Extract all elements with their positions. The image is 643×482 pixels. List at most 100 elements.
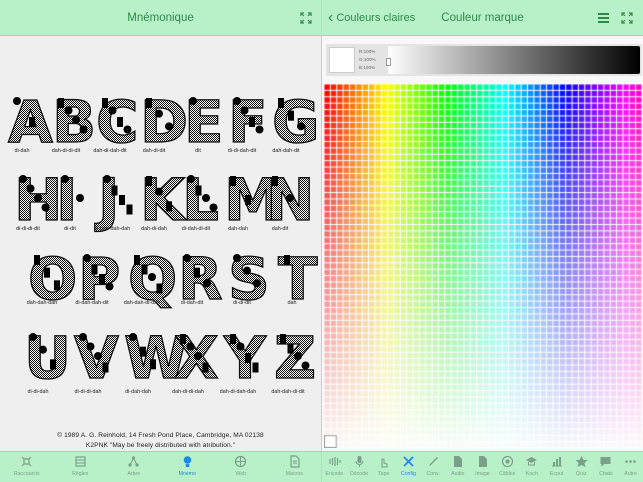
- morse-mark-b-1: [64, 106, 73, 115]
- globe-icon: [235, 455, 247, 468]
- morse-mark-f-3: [255, 125, 264, 134]
- morse-mark-u-1: [39, 345, 47, 354]
- morse-mark-v-2: [94, 352, 102, 360]
- tab-label: Chats: [599, 471, 613, 477]
- mnemonic-chart: ABCDEFGHIJKLMNOPQRSTUVWXYZ: [7, 87, 320, 392]
- tab-label: Autre: [624, 471, 637, 477]
- right-tab-autre[interactable]: Autre: [618, 452, 643, 482]
- morse-mark-k-0: [146, 176, 152, 186]
- morse-mark-p-1: [91, 264, 98, 275]
- mnemonic-letter-l: L: [182, 166, 219, 234]
- graduation-cap-icon: [526, 457, 538, 466]
- right-tab-image[interactable]: Image: [470, 452, 495, 482]
- image-file-icon: [478, 456, 487, 467]
- morse-mark-q-0: [134, 255, 140, 265]
- morse-mark-a-0: [13, 97, 21, 105]
- tab-label: Tape: [378, 471, 390, 477]
- tab-label: Règles: [72, 471, 89, 477]
- right-tab-ecout[interactable]: Ecout: [544, 452, 569, 482]
- morse-mark-o-2: [54, 280, 60, 291]
- color-grid[interactable]: [324, 84, 642, 448]
- right-tab-câbles[interactable]: Câbles: [495, 452, 520, 482]
- page-title-right: Couleur marque: [441, 12, 524, 24]
- tab-label: Image: [475, 471, 490, 477]
- color-picker-pane: ‹ Couleurs claires Couleur marque R:100%…: [322, 0, 643, 482]
- morse-mark-v-3: [102, 362, 109, 373]
- color-grid-canvas[interactable]: [324, 84, 642, 448]
- morse-mark-o-1: [44, 267, 50, 278]
- tab-label: Macros: [285, 471, 303, 477]
- tab-label: Arbre: [127, 471, 141, 477]
- morse-mark-z-1: [287, 343, 294, 354]
- morse-label-r: di-dah-dit: [180, 300, 204, 306]
- morse-label-z: dah-dah-di-dit: [271, 389, 305, 395]
- morse-mark-h-2: [34, 194, 42, 202]
- morse-mark-d-0: [146, 98, 152, 108]
- morse-mark-x-2: [194, 352, 202, 360]
- right-tab-conv[interactable]: Conv.: [421, 452, 446, 482]
- morse-mark-e-0: [189, 97, 197, 105]
- pencil-icon: [428, 457, 438, 466]
- morse-mark-z-2: [294, 352, 302, 360]
- morse-mark-h-3: [41, 203, 50, 212]
- right-tab-bar: Encode Décode Tape Config Conv. Audio Image Câb…: [322, 451, 643, 482]
- right-tab-tape[interactable]: Tape: [371, 452, 396, 482]
- morse-label-n: dah-dit: [271, 226, 289, 232]
- morse-mark-r-1: [194, 267, 200, 278]
- morse-label-d: dah-di-dit: [142, 148, 166, 154]
- morse-mark-k-2: [166, 201, 172, 212]
- color-swatch-panel: R:100% G:100% B:100%: [326, 44, 642, 76]
- morse-mark-q-2: [148, 273, 156, 281]
- morse-mark-g-1: [288, 110, 294, 121]
- morse-mark-b-0: [58, 98, 64, 108]
- morse-label-q: dah-dah-di-dah: [123, 300, 161, 306]
- expand-icon-right[interactable]: [621, 12, 633, 24]
- morse-mark-c-0: [102, 98, 108, 108]
- right-tab-décode[interactable]: Décode: [347, 452, 372, 482]
- morse-mark-g-0: [278, 98, 284, 108]
- list-menu-icon[interactable]: [598, 13, 609, 23]
- morse-mark-z-0: [280, 334, 286, 344]
- right-tab-koch[interactable]: Koch: [520, 452, 545, 482]
- morse-mark-p-3: [105, 282, 114, 291]
- right-tab-chats[interactable]: Chats: [594, 452, 619, 482]
- grayscale-slider-thumb[interactable]: [386, 58, 391, 66]
- right-tab-audio[interactable]: Audio: [445, 452, 470, 482]
- morse-mark-f-0: [233, 97, 241, 105]
- right-tab-config[interactable]: Config: [396, 452, 421, 482]
- left-tab-raccourcis[interactable]: Raccourcis: [0, 452, 54, 482]
- morse-mark-j-3: [126, 204, 133, 215]
- left-tab-mnémo[interactable]: Mnémo: [161, 452, 215, 482]
- tab-label: Raccourcis: [13, 471, 40, 477]
- morse-mark-w-1: [140, 346, 146, 357]
- right-tab-encode[interactable]: Encode: [322, 452, 347, 482]
- right-navbar: ‹ Couleurs claires Couleur marque: [322, 0, 643, 36]
- morse-mark-j-2: [119, 195, 125, 205]
- red-value: R:100%: [359, 49, 376, 54]
- quiz-icon: [575, 456, 588, 467]
- left-tab-arbre[interactable]: Arbre: [107, 452, 161, 482]
- left-tab-règles[interactable]: Règles: [54, 452, 108, 482]
- morse-mark-b-3: [79, 125, 88, 134]
- morse-mark-x-1: [186, 342, 195, 351]
- morse-mark-l-3: [209, 203, 218, 212]
- mnemonic-letter-f: F: [228, 88, 268, 156]
- left-tab-web[interactable]: Web: [214, 452, 268, 482]
- morse-mark-s-2: [253, 279, 261, 288]
- copyright-line-2: K2PNK "May be freely distributed with at…: [85, 442, 236, 449]
- left-tab-macros[interactable]: Macros: [268, 452, 322, 482]
- morse-mark-i-0: [61, 175, 69, 183]
- expand-icon[interactable]: [300, 12, 312, 24]
- morse-mark-d-1: [155, 109, 163, 118]
- left-navbar: Mnémonique: [0, 0, 321, 36]
- morse-mark-n-0: [272, 176, 278, 186]
- morse-mark-p-2: [99, 274, 105, 284]
- morse-mark-x-0: [180, 334, 186, 344]
- microphone-icon: [355, 456, 364, 467]
- morse-label-a: di-dah: [14, 148, 30, 154]
- audio-file-icon: [454, 456, 463, 467]
- morse-label-f: di-di-dah-dit: [227, 148, 257, 154]
- right-tab-quiz[interactable]: Quiz: [569, 452, 594, 482]
- cable-icon: [501, 455, 513, 468]
- grayscale-slider[interactable]: [388, 46, 640, 74]
